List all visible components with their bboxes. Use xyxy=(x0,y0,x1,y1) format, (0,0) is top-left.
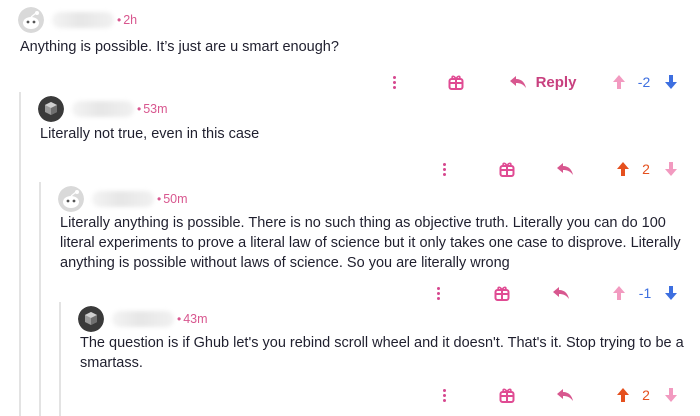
reply-arrow-icon[interactable] xyxy=(553,381,577,409)
comment-actions: Reply -2 xyxy=(0,68,700,96)
more-options-icon[interactable] xyxy=(443,381,457,409)
comment-actions: -1 xyxy=(0,279,700,307)
reply-label: Reply xyxy=(535,73,577,91)
timestamp: 53m xyxy=(143,102,168,116)
upvote-arrow-icon[interactable] xyxy=(610,68,628,96)
vote-score: 2 xyxy=(642,161,650,177)
reply-button[interactable]: Reply xyxy=(502,68,582,96)
vote-score: -2 xyxy=(637,74,651,90)
username-redacted[interactable] xyxy=(72,101,134,117)
timestamp: 2h xyxy=(123,13,138,27)
comment-actions: 2 xyxy=(0,155,700,183)
snoo-avatar[interactable] xyxy=(58,186,84,212)
username-redacted[interactable] xyxy=(52,12,114,28)
upvote-arrow-icon[interactable] xyxy=(614,381,632,409)
separator-dot: • xyxy=(157,192,162,206)
more-options-icon[interactable] xyxy=(393,68,407,96)
upvote-arrow-icon[interactable] xyxy=(610,279,628,307)
more-options-icon[interactable] xyxy=(437,279,451,307)
comment-body: Literally not true, even in this case xyxy=(40,126,260,142)
downvote-arrow-icon[interactable] xyxy=(662,381,680,409)
vote-score: 2 xyxy=(642,387,650,403)
comment-actions: 2 xyxy=(0,381,700,409)
award-icon[interactable] xyxy=(446,68,466,96)
timestamp: 50m xyxy=(163,192,188,206)
upvote-arrow-icon[interactable] xyxy=(614,155,632,183)
downvote-arrow-icon[interactable] xyxy=(662,279,680,307)
reply-arrow-icon[interactable] xyxy=(553,155,577,183)
downvote-arrow-icon[interactable] xyxy=(662,155,680,183)
comment-header: • 2h xyxy=(18,5,137,35)
timestamp: 43m xyxy=(183,312,208,326)
comment-body: Anything is possible. It’s just are u sm… xyxy=(20,39,339,55)
reply-arrow-icon[interactable] xyxy=(549,279,573,307)
comment-header: • 50m xyxy=(58,184,188,214)
comment-header: • 53m xyxy=(38,94,168,124)
downvote-arrow-icon[interactable] xyxy=(662,68,680,96)
separator-dot: • xyxy=(117,13,122,27)
separator-dot: • xyxy=(177,312,182,326)
award-icon[interactable] xyxy=(497,155,517,183)
reply-arrow-icon xyxy=(509,76,526,88)
comment-body: Literally anything is possible. There is… xyxy=(60,215,681,271)
comment-header: • 43m xyxy=(78,304,208,334)
thread-line-level-1[interactable] xyxy=(19,92,21,416)
separator-dot: • xyxy=(137,102,142,116)
award-icon[interactable] xyxy=(492,279,512,307)
username-redacted[interactable] xyxy=(112,311,174,327)
more-options-icon[interactable] xyxy=(443,155,457,183)
vote-score: -1 xyxy=(638,285,652,301)
snoo-avatar[interactable] xyxy=(18,7,44,33)
dark-cube-avatar[interactable] xyxy=(38,96,64,122)
dark-cube-avatar[interactable] xyxy=(78,306,104,332)
award-icon[interactable] xyxy=(497,381,517,409)
username-redacted[interactable] xyxy=(92,191,154,207)
comment-body: The question is if Ghub let's you rebind… xyxy=(80,335,684,371)
